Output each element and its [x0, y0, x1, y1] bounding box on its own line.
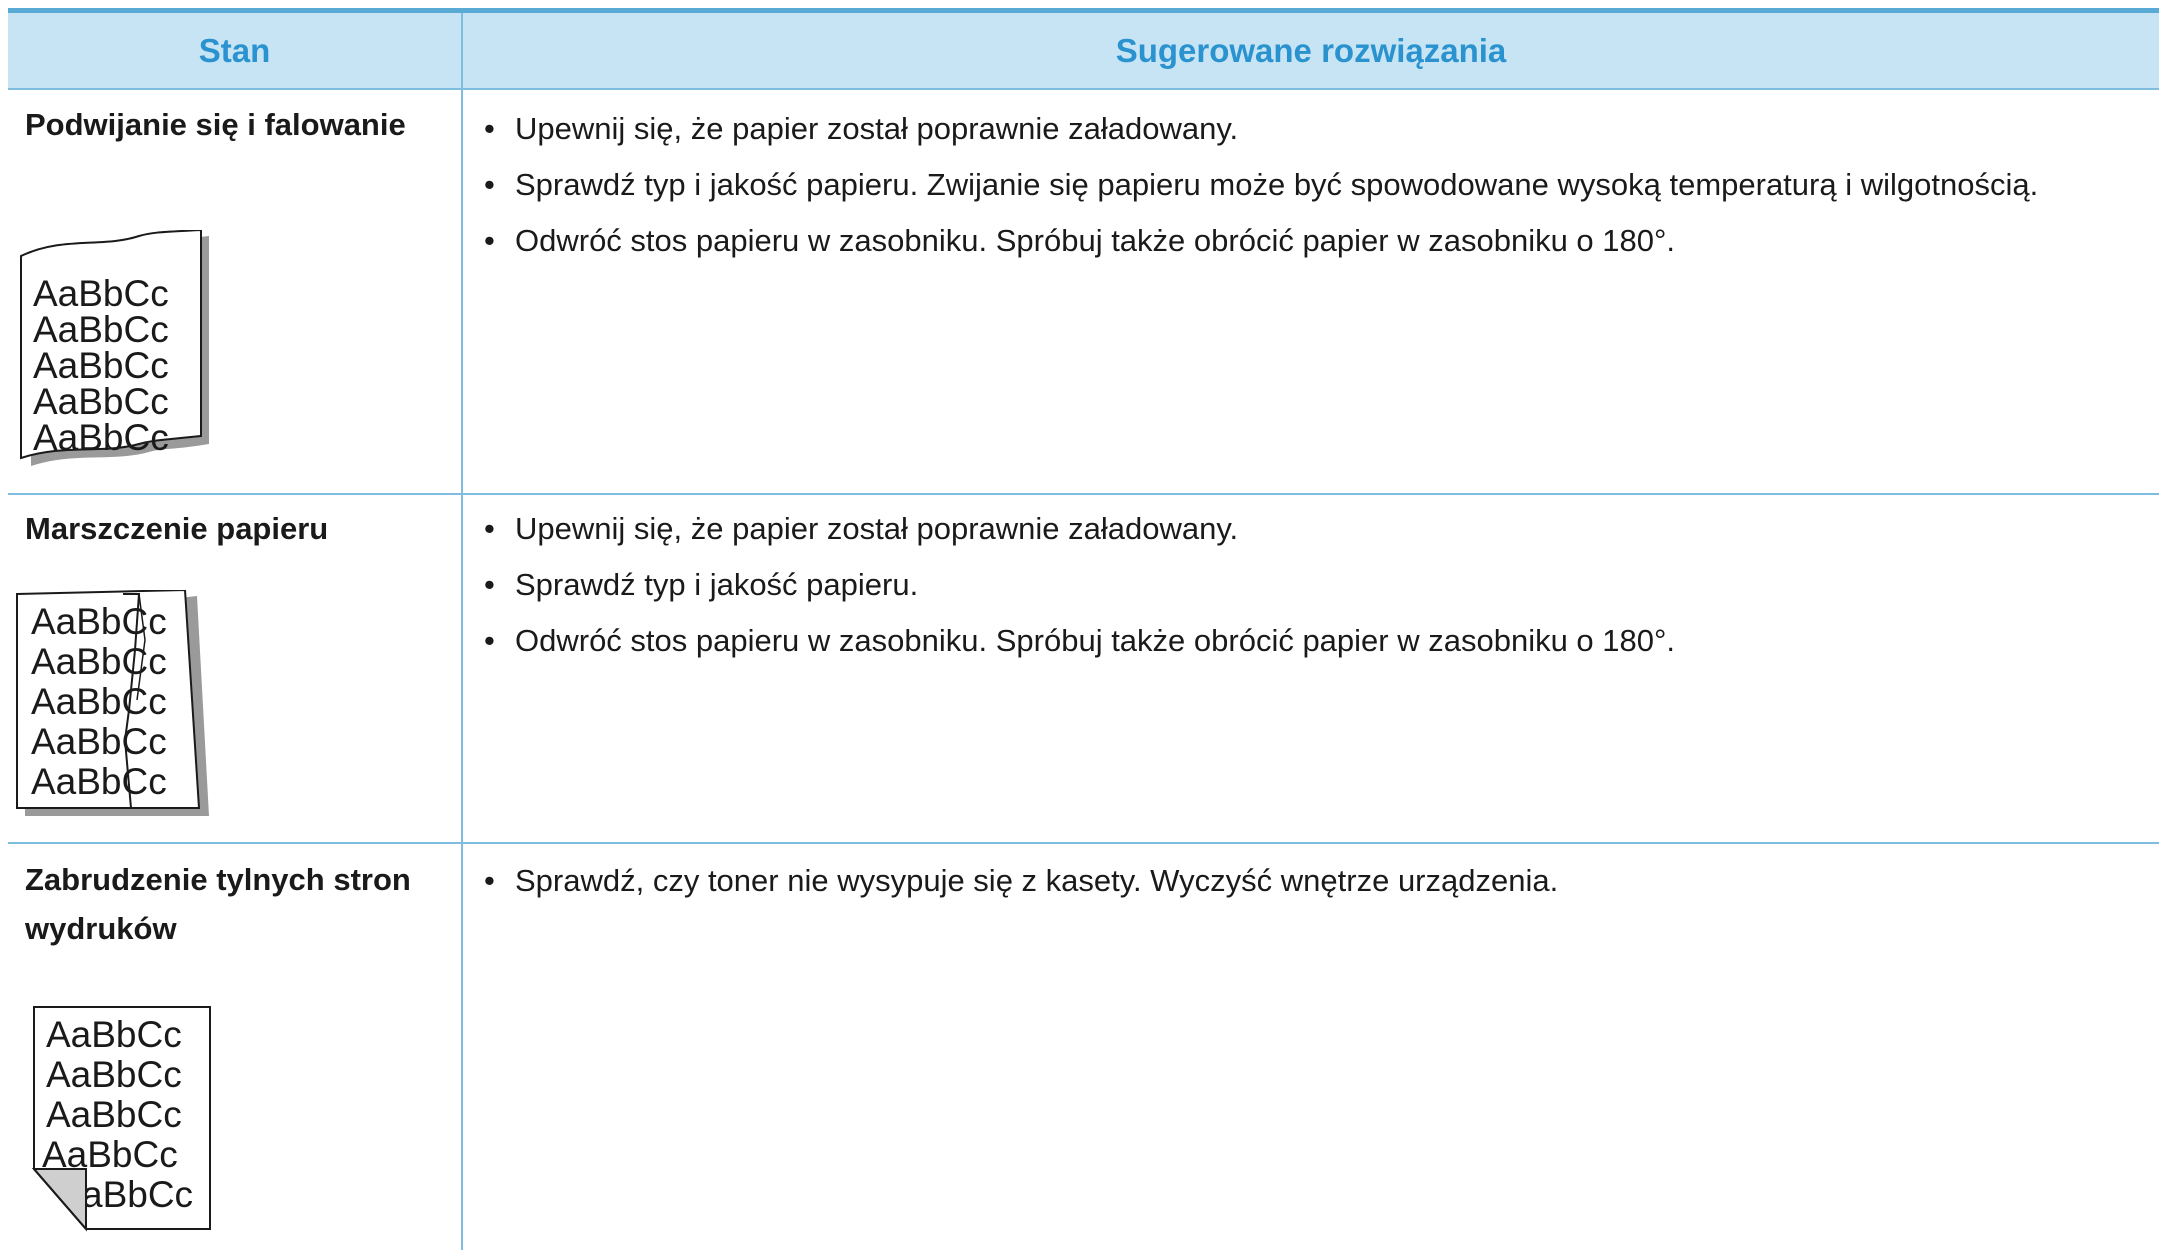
- condition-title: Podwijanie się i falowanie: [25, 107, 406, 142]
- sample-line: AaBbCc: [31, 721, 167, 762]
- solution-text: Sprawdź, czy toner nie wysypuje się z ka…: [515, 863, 1559, 898]
- table-row: Marszczenie papieru AaBbCc AaBbCc AaBbCc…: [8, 495, 2159, 844]
- wrinkled-paper-icon: AaBbCc AaBbCc AaBbCc AaBbCc AaBbCc: [13, 590, 213, 820]
- list-item: • Sprawdź typ i jakość papieru.: [463, 560, 2143, 609]
- list-item: • Upewnij się, że papier został poprawnie…: [463, 104, 2143, 153]
- sample-line: AaBbCc: [31, 681, 167, 722]
- sample-line: AaBbCc: [31, 641, 167, 682]
- condition-cell: Zabrudzenie tylnych stron wydruków AaBbC…: [8, 844, 463, 1250]
- bullet-icon: •: [484, 223, 495, 258]
- header-condition-cell: Stan: [8, 13, 463, 88]
- table-header: Stan Sugerowane rozwiązania: [8, 13, 2159, 90]
- bullet-icon: •: [484, 567, 495, 602]
- solutions-list: • Upewnij się, że papier został poprawnie…: [463, 504, 2143, 672]
- header-condition-label: Stan: [198, 31, 271, 69]
- solution-text: Upewnij się, że papier został poprawnie …: [515, 511, 1239, 546]
- solutions-list: • Sprawdź, czy toner nie wysypuje się z k…: [463, 856, 2143, 912]
- solutions-cell: • Upewnij się, że papier został poprawnie…: [463, 495, 2159, 842]
- sample-line: AaBbCc: [46, 1094, 182, 1135]
- curled-paper-icon: AaBbCc AaBbCc AaBbCc AaBbCc AaBbCc: [13, 230, 213, 470]
- solutions-cell: • Sprawdź, czy toner nie wysypuje się z k…: [463, 844, 2159, 1250]
- solution-text: Sprawdź typ i jakość papieru. Zwijanie s…: [515, 167, 2039, 202]
- header-solutions-cell: Sugerowane rozwiązania: [463, 13, 2159, 88]
- list-item: • Odwróć stos papieru w zasobniku. Spróbu…: [463, 216, 2143, 265]
- sample-line: AaBbCc: [33, 273, 169, 314]
- solutions-list: • Upewnij się, że papier został poprawnie…: [463, 104, 2143, 272]
- solution-text: Sprawdź typ i jakość papieru.: [515, 567, 919, 602]
- sample-line: AaBbCc: [46, 1054, 182, 1095]
- bullet-icon: •: [484, 511, 495, 546]
- troubleshooting-table: Stan Sugerowane rozwiązania Podwijanie s…: [8, 8, 2159, 1250]
- list-item: • Odwróć stos papieru w zasobniku. Spróbu…: [463, 616, 2143, 665]
- condition-title: Zabrudzenie tylnych stron wydruków: [25, 862, 411, 946]
- bullet-icon: •: [484, 623, 495, 658]
- sample-line: AaBbCc: [31, 761, 167, 802]
- bullet-icon: •: [484, 111, 495, 146]
- sample-line: AaBbCc: [33, 417, 169, 458]
- sample-line: AaBbCc: [31, 601, 167, 642]
- solution-text: Odwróć stos papieru w zasobniku. Spróbuj…: [515, 223, 1676, 258]
- solutions-cell: • Upewnij się, że papier został poprawnie…: [463, 90, 2159, 493]
- folded-corner-paper-icon: AaBbCc AaBbCc AaBbCc AaBbCc aBbCc: [24, 1003, 224, 1233]
- sample-line: AaBbCc: [33, 381, 169, 422]
- table-row: Podwijanie się i falowanie AaBbCc AaBbCc…: [8, 90, 2159, 495]
- sample-line: aBbCc: [82, 1174, 193, 1215]
- condition-cell: Podwijanie się i falowanie AaBbCc AaBbCc…: [8, 90, 463, 493]
- list-item: • Upewnij się, że papier został poprawnie…: [463, 504, 2143, 553]
- condition-cell: Marszczenie papieru AaBbCc AaBbCc AaBbCc…: [8, 495, 463, 842]
- sample-line: AaBbCc: [33, 309, 169, 350]
- sample-line: AaBbCc: [46, 1014, 182, 1055]
- solution-text: Upewnij się, że papier został poprawnie …: [515, 111, 1239, 146]
- list-item: • Sprawdź typ i jakość papieru. Zwijanie …: [463, 160, 2143, 209]
- header-solutions-label: Sugerowane rozwiązania: [1115, 31, 1507, 69]
- condition-title: Marszczenie papieru: [25, 511, 329, 546]
- list-item: • Sprawdź, czy toner nie wysypuje się z k…: [463, 856, 2143, 905]
- solution-text: Odwróć stos papieru w zasobniku. Spróbuj…: [515, 623, 1676, 658]
- table-row: Zabrudzenie tylnych stron wydruków AaBbC…: [8, 844, 2159, 1250]
- bullet-icon: •: [484, 863, 495, 898]
- sample-line: AaBbCc: [33, 345, 169, 386]
- bullet-icon: •: [484, 167, 495, 202]
